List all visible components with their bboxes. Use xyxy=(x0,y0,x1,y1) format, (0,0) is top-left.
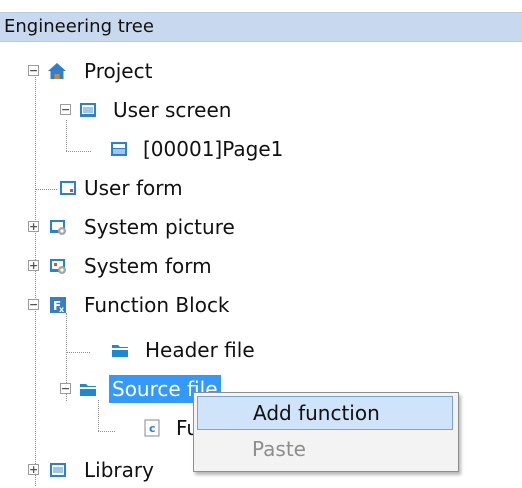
tree-node-project[interactable]: − Project xyxy=(0,53,522,89)
system-form-icon xyxy=(50,259,66,274)
tree-node-label-project: Project xyxy=(84,59,153,83)
page-icon xyxy=(111,142,127,156)
context-menu[interactable]: Add function Paste xyxy=(193,392,459,472)
tree-node-label-user-form: User form xyxy=(84,176,183,200)
form-icon xyxy=(60,181,76,195)
library-icon xyxy=(50,463,66,477)
folder-icon xyxy=(80,384,96,396)
menu-item-paste-label: Paste xyxy=(252,437,306,461)
menu-item-add-function-label: Add function xyxy=(253,401,380,425)
collapse-icon[interactable]: − xyxy=(28,299,39,310)
tree-node-system-picture[interactable]: + System picture xyxy=(0,209,522,245)
tree-node-label-library: Library xyxy=(84,458,154,482)
menu-item-add-function[interactable]: Add function xyxy=(197,396,453,430)
function-block-icon: F x xyxy=(50,297,66,314)
engineering-tree-title: Engineering tree xyxy=(4,16,154,37)
menu-item-paste[interactable]: Paste xyxy=(197,433,453,467)
c-file-icon: c xyxy=(144,419,160,437)
tree-node-function-block[interactable]: − F x Function Block xyxy=(0,287,522,323)
screen-icon xyxy=(80,103,96,117)
tree-node-label-header-file: Header file xyxy=(145,338,255,362)
svg-text:x: x xyxy=(59,305,65,314)
tree-node-label-system-picture: System picture xyxy=(84,215,235,239)
engineering-tree-header: Engineering tree xyxy=(0,12,522,42)
tree-node-label-page1: [00001]Page1 xyxy=(143,137,284,161)
expand-icon[interactable]: + xyxy=(28,221,39,232)
tree-node-label-function-block: Function Block xyxy=(84,293,230,317)
expand-icon[interactable]: + xyxy=(28,260,39,271)
home-icon xyxy=(48,63,66,79)
tree-node-label-user-screen: User screen xyxy=(113,98,232,122)
collapse-icon[interactable]: − xyxy=(60,383,71,394)
folder-icon xyxy=(112,345,128,357)
tree-node-page1[interactable]: [00001]Page1 xyxy=(0,131,522,167)
svg-text:c: c xyxy=(149,422,156,435)
tree-node-user-screen[interactable]: − User screen xyxy=(0,92,522,128)
system-picture-icon xyxy=(50,220,66,235)
tree-node-system-form[interactable]: + System form xyxy=(0,248,522,284)
tree-node-label-system-form: System form xyxy=(84,254,212,278)
tree-node-header-file[interactable]: Header file xyxy=(0,332,522,368)
collapse-icon[interactable]: − xyxy=(28,65,39,76)
expand-icon[interactable]: + xyxy=(28,464,39,475)
tree-node-user-form[interactable]: User form xyxy=(0,170,522,206)
collapse-icon[interactable]: − xyxy=(60,104,71,115)
